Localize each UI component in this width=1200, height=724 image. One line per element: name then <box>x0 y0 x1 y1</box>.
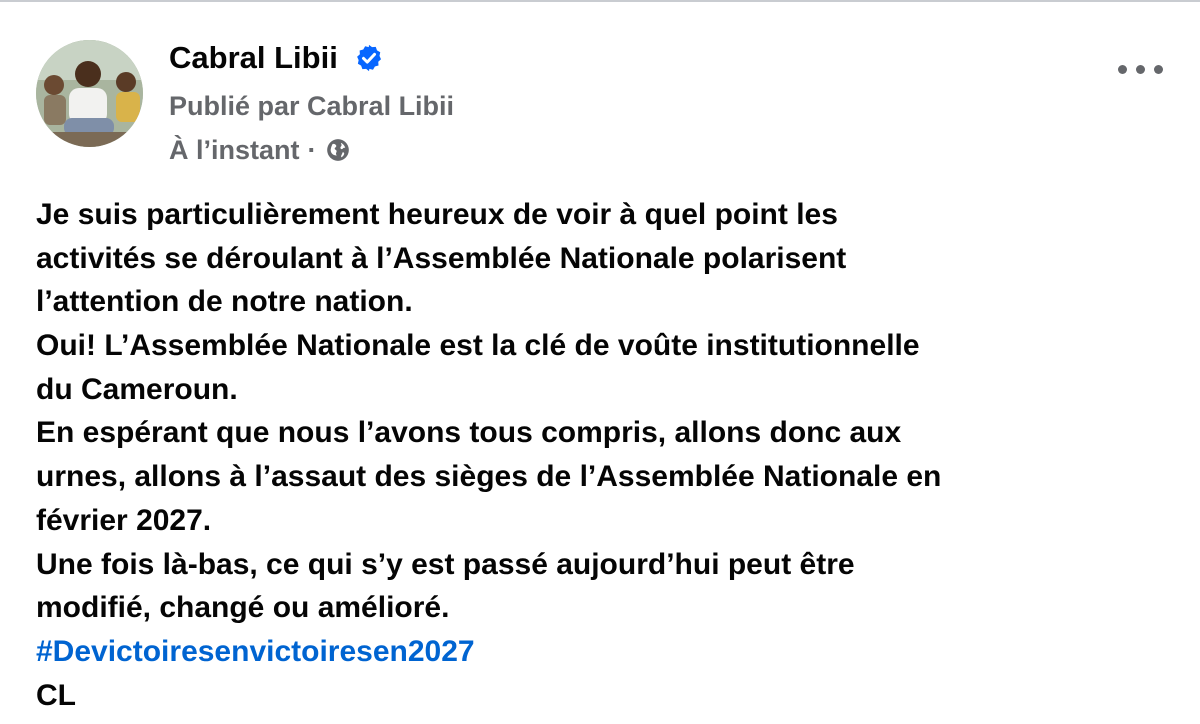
post-text-line: l’attention de notre nation. <box>36 285 413 319</box>
post-meta: À l’instant · <box>169 134 351 166</box>
author-name-text[interactable]: Cabral Libii <box>169 40 338 75</box>
post-text-line: du Cameroun. <box>36 372 238 406</box>
avatar-photo <box>36 40 143 147</box>
verified-badge-icon <box>357 44 382 72</box>
top-divider <box>0 0 1200 2</box>
post-body: Je suis particulièrement heureux de voir… <box>36 193 1176 717</box>
post-header: Cabral Libii Publié par Cabral Libii À l… <box>36 40 1166 170</box>
post-signature: CL <box>36 678 76 712</box>
post-text-line: Une fois là-bas, ce qui s’y est passé au… <box>36 547 855 581</box>
more-options-button[interactable] <box>1116 58 1166 78</box>
post-text-line: activités se déroulant à l’Assemblée Nat… <box>36 241 847 275</box>
post-text-line: Oui! L’Assemblée Nationale est la clé de… <box>36 329 920 363</box>
published-by: Publié par Cabral Libii <box>169 91 455 121</box>
globe-icon[interactable] <box>325 137 351 163</box>
post-text-line: urnes, allons à l’assaut des sièges de l… <box>36 460 942 494</box>
post-text-line: En espérant que nous l’avons tous compri… <box>36 416 902 450</box>
hashtag-link[interactable]: #Devictoiresenvictoiresen2027 <box>36 630 1176 674</box>
author-avatar[interactable] <box>36 40 143 147</box>
more-options-icon <box>1154 65 1163 74</box>
post-text-line: février 2027. <box>36 503 212 537</box>
post-text-line: Je suis particulièrement heureux de voir… <box>36 198 838 231</box>
more-options-icon <box>1118 65 1127 74</box>
author-name[interactable]: Cabral Libii <box>169 40 384 76</box>
more-options-icon <box>1136 65 1145 74</box>
post-text-line: modifié, changé ou amélioré. <box>36 591 450 625</box>
meta-separator: · <box>307 135 317 165</box>
post-timestamp[interactable]: À l’instant <box>169 135 300 165</box>
